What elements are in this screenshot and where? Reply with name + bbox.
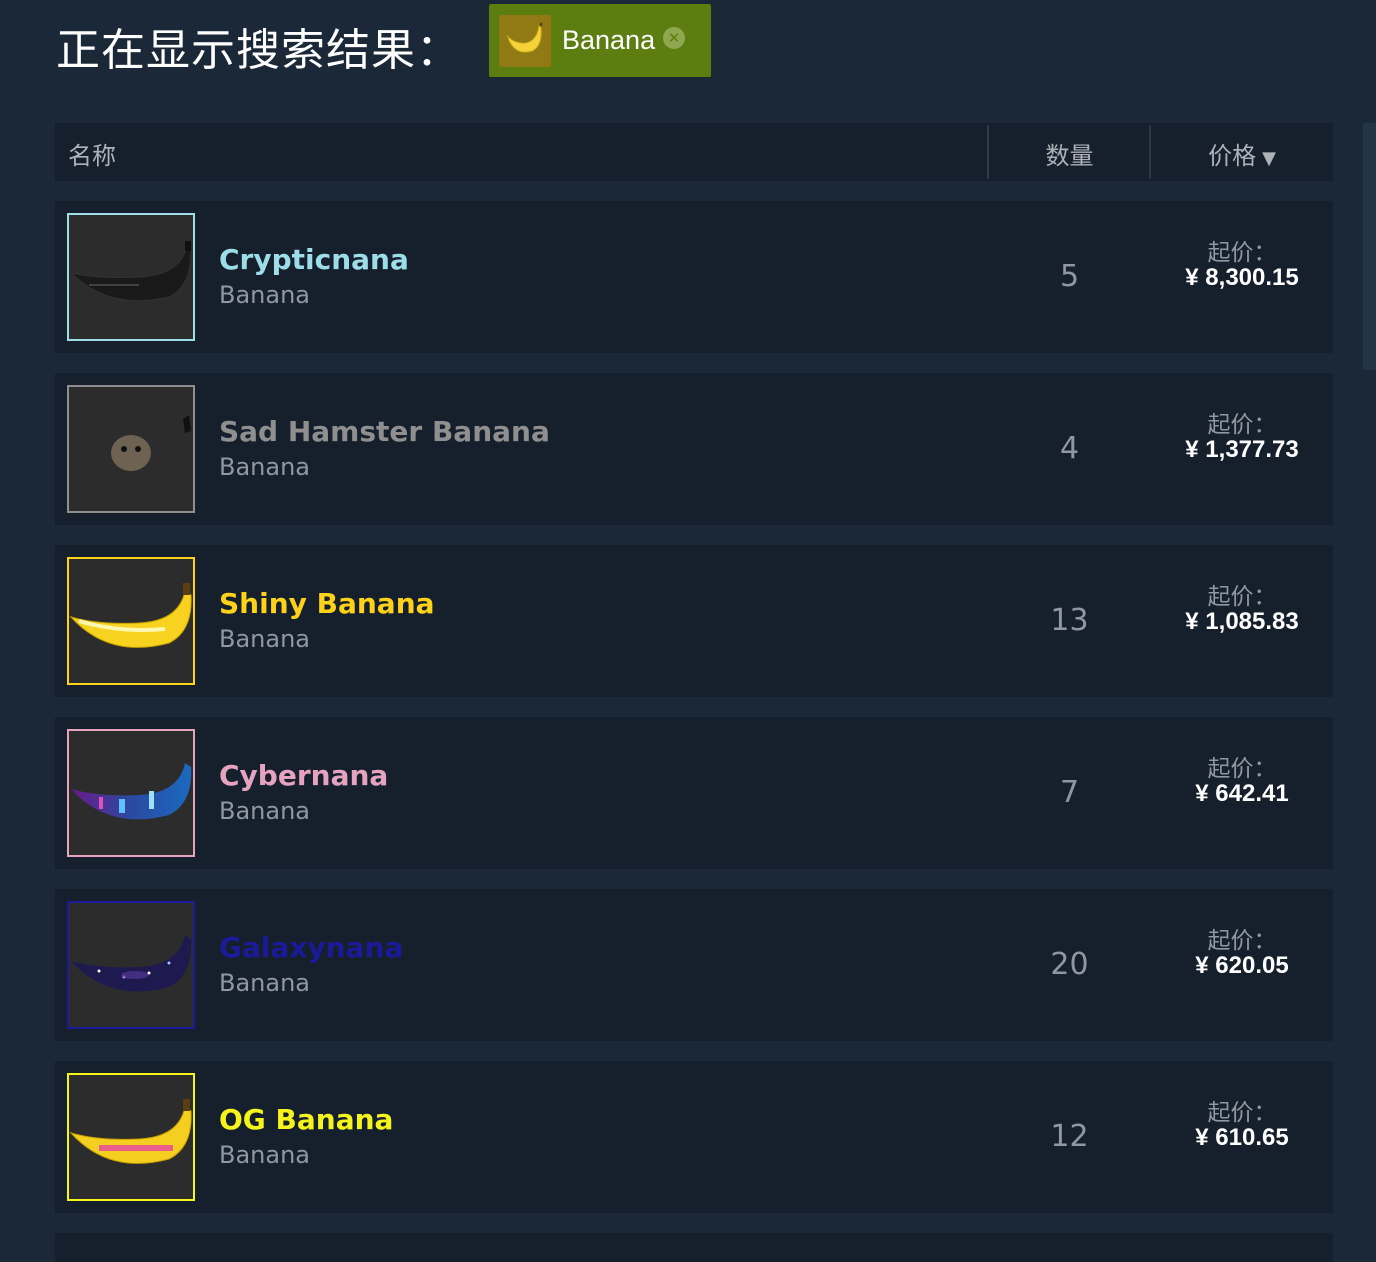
item-name[interactable]: Crypticnana bbox=[219, 243, 409, 276]
item-thumbnail bbox=[67, 1073, 195, 1201]
item-name[interactable]: Sad Hamster Banana bbox=[219, 415, 550, 448]
item-quantity: 5 bbox=[1059, 259, 1080, 294]
item-thumbnail bbox=[67, 385, 195, 513]
banana-filter-tag[interactable]: Banana ✕ bbox=[489, 4, 711, 77]
price-label: 起价： bbox=[1207, 928, 1277, 954]
item-game: Banana bbox=[219, 969, 311, 997]
scrollbar-thumb[interactable] bbox=[1363, 123, 1376, 370]
listing-row-og-banana[interactable]: OG Banana Banana 12 起价： ¥ 610.65 bbox=[55, 1061, 1333, 1213]
column-header-quantity[interactable]: 数量 bbox=[989, 136, 1150, 171]
price-label: 起价： bbox=[1207, 412, 1277, 438]
item-game: Banana bbox=[219, 453, 311, 481]
listing-row-galaxynana[interactable]: Galaxynana Banana 20 起价： ¥ 620.05 bbox=[55, 889, 1333, 1041]
item-thumbnail bbox=[67, 213, 195, 341]
item-quantity: 12 bbox=[1050, 1119, 1089, 1154]
column-header-name[interactable]: 名称 bbox=[68, 136, 116, 171]
listing-row-sad-hamster-banana[interactable]: Sad Hamster Banana Banana 4 起价： ¥ 1,377.… bbox=[55, 373, 1333, 525]
results-table-header: 名称 数量 价格 ▼ bbox=[55, 123, 1333, 181]
listing-row-partial[interactable] bbox=[55, 1233, 1333, 1262]
column-header-price[interactable]: 价格 ▼ bbox=[1151, 136, 1333, 171]
price-label: 起价： bbox=[1207, 240, 1277, 266]
price-header-label: 价格 bbox=[1208, 142, 1257, 170]
item-game: Banana bbox=[219, 797, 311, 825]
close-icon[interactable]: ✕ bbox=[663, 26, 686, 49]
item-name[interactable]: OG Banana bbox=[219, 1103, 393, 1136]
price-label: 起价： bbox=[1207, 756, 1277, 782]
item-game: Banana bbox=[219, 1141, 311, 1169]
item-name[interactable]: Shiny Banana bbox=[219, 587, 435, 620]
market-search-page: 正在显示搜索结果： Banana ✕ 名称 数量 价格 ▼ Crypticnan… bbox=[0, 0, 1376, 1262]
search-results-title: 正在显示搜索结果： bbox=[56, 25, 461, 76]
item-game: Banana bbox=[219, 281, 311, 309]
price-label: 起价： bbox=[1207, 1100, 1277, 1126]
item-name[interactable]: Cybernana bbox=[219, 759, 388, 792]
price-label: 起价： bbox=[1207, 584, 1277, 610]
item-quantity: 20 bbox=[1050, 947, 1089, 982]
item-thumbnail bbox=[67, 729, 195, 857]
item-quantity: 7 bbox=[1059, 775, 1080, 810]
item-quantity: 13 bbox=[1050, 603, 1089, 638]
listing-row-crypticnana[interactable]: Crypticnana Banana 5 起价： ¥ 8,300.15 bbox=[55, 201, 1333, 353]
listing-row-shiny-banana[interactable]: Shiny Banana Banana 13 起价： ¥ 1,085.83 bbox=[55, 545, 1333, 697]
item-price: ¥ 1,085.83 bbox=[1185, 608, 1299, 635]
banana-icon bbox=[499, 14, 551, 67]
listing-row-cybernana[interactable]: Cybernana Banana 7 起价： ¥ 642.41 bbox=[55, 717, 1333, 869]
item-price: ¥ 8,300.15 bbox=[1185, 264, 1299, 291]
item-price: ¥ 620.05 bbox=[1195, 952, 1289, 979]
item-price: ¥ 1,377.73 bbox=[1185, 436, 1299, 463]
sort-descending-icon: ▼ bbox=[1262, 148, 1276, 169]
item-thumbnail bbox=[67, 557, 195, 685]
item-name[interactable]: Galaxynana bbox=[219, 931, 403, 964]
item-quantity: 4 bbox=[1059, 431, 1080, 466]
item-price: ¥ 610.65 bbox=[1195, 1124, 1289, 1151]
item-game: Banana bbox=[219, 625, 311, 653]
filter-tag-label: Banana bbox=[562, 25, 656, 55]
item-thumbnail bbox=[67, 901, 195, 1029]
item-price: ¥ 642.41 bbox=[1195, 780, 1289, 807]
